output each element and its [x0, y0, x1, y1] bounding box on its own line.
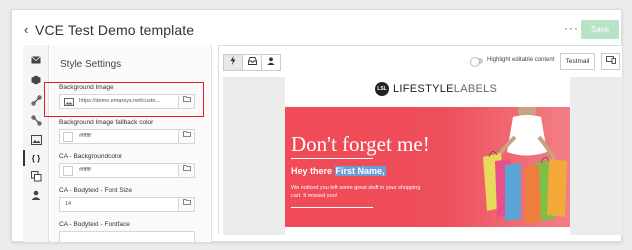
box-icon[interactable] — [29, 73, 43, 87]
testmail-button[interactable]: Testmail — [560, 53, 595, 70]
lightning-icon[interactable] — [224, 55, 243, 70]
font-size-input[interactable]: 14 — [59, 197, 195, 212]
image-icon[interactable] — [29, 133, 43, 147]
more-options-icon[interactable]: ··· — [564, 21, 579, 35]
background-image-highlight — [44, 82, 204, 117]
folder-icon[interactable] — [178, 164, 194, 177]
style-settings-panel: Style Settings Background Image https://… — [50, 45, 212, 242]
backgroundcolor-value: #ffffff — [79, 167, 91, 173]
fallback-color-value: #ffffff — [79, 133, 91, 139]
color-swatch[interactable] — [63, 166, 73, 176]
backgroundcolor-input[interactable]: #ffffff — [59, 163, 195, 178]
folder-icon[interactable] — [178, 198, 194, 211]
greeting-text: Hey there — [291, 166, 335, 176]
mail-icon[interactable] — [29, 53, 43, 67]
folder-icon[interactable] — [178, 130, 194, 143]
brand-logo: LSL LIFESTYLELABELS — [375, 82, 497, 96]
save-button[interactable]: Save — [581, 20, 619, 39]
field-label-backgroundcolor: CA - Backgroundcolor — [59, 153, 123, 160]
highlight-label: Highlight editable content — [487, 57, 555, 63]
back-icon[interactable]: ‹ — [24, 22, 28, 38]
divider — [291, 207, 373, 208]
panel-title: Style Settings — [60, 59, 122, 70]
logo-text-bold: LIFESTYLE — [393, 83, 454, 95]
shopping-woman-image — [483, 107, 567, 223]
user-icon[interactable] — [262, 55, 280, 70]
active-indicator — [23, 150, 25, 166]
user-icon[interactable] — [29, 188, 43, 202]
divider — [291, 158, 373, 159]
preview-area: Highlight editable content Testmail LSL … — [218, 45, 623, 235]
field-label-fontface: CA - Bodytext - Fontface — [59, 221, 130, 228]
view-mode-toolbar — [223, 54, 281, 71]
page-title: VCE Test Demo template — [35, 22, 195, 38]
code-icon[interactable]: { } — [29, 151, 43, 165]
logo-text-light: LABELS — [453, 83, 498, 95]
field-label-fallback-color: Background Image fallback color — [59, 119, 154, 126]
hero-banner: Don't forget me! Hey there First Name, W… — [285, 107, 570, 227]
fallback-color-input[interactable]: #ffffff — [59, 129, 195, 144]
copy-icon[interactable] — [29, 169, 43, 183]
color-swatch[interactable] — [63, 132, 73, 142]
tool-sidebar: { } — [23, 45, 49, 242]
device-icon[interactable] — [601, 53, 620, 70]
greeting[interactable]: Hey there First Name, — [291, 166, 386, 176]
link-icon[interactable] — [29, 93, 43, 107]
highlight-toggle[interactable] — [470, 57, 483, 67]
link-alt-icon[interactable] — [29, 113, 43, 127]
logo-mark-icon: LSL — [375, 82, 389, 96]
font-size-value: 14 — [65, 201, 72, 207]
first-name-placeholder[interactable]: First Name, — [334, 166, 386, 176]
inbox-icon[interactable] — [243, 55, 262, 70]
fontface-input[interactable] — [59, 231, 195, 242]
email-preview: LSL LIFESTYLELABELS Don't forget me! Hey… — [285, 77, 570, 235]
field-label-font-size: CA - Bodytext - Font Size — [59, 187, 132, 194]
hero-body-text[interactable]: We noticed you left some great stuff in … — [291, 185, 431, 200]
hero-headline[interactable]: Don't forget me! — [291, 132, 430, 157]
